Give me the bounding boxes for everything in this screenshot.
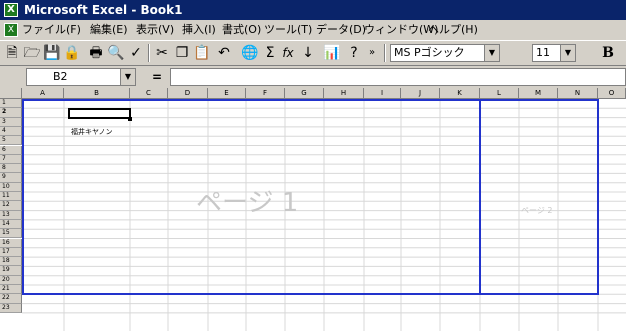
column-header-m[interactable]: M: [519, 88, 558, 99]
undo-icon[interactable]: ↶: [214, 44, 234, 62]
column-header-d[interactable]: D: [168, 88, 208, 99]
chevron-down-icon[interactable]: ▼: [484, 45, 499, 61]
excel-app-icon[interactable]: X: [4, 3, 18, 17]
menu-file[interactable]: ファイル(F): [22, 20, 81, 40]
column-header-a[interactable]: A: [22, 88, 64, 99]
save-icon[interactable]: 💾: [42, 44, 62, 62]
new-icon[interactable]: 🗎: [2, 44, 22, 62]
function-icon[interactable]: fx: [278, 44, 298, 62]
row-header-15[interactable]: 15: [0, 229, 22, 239]
font-size-value: 11: [536, 46, 550, 59]
row-header-2[interactable]: 2: [0, 108, 22, 118]
row-header-19[interactable]: 19: [0, 266, 22, 276]
font-size-select[interactable]: 11 ▼: [532, 44, 576, 62]
column-header-j[interactable]: J: [401, 88, 440, 99]
row-header-23[interactable]: 23: [0, 303, 22, 313]
help-icon[interactable]: ?: [344, 44, 364, 62]
hyperlink-icon[interactable]: 🌐: [240, 44, 260, 62]
cell-b4[interactable]: 福井キヤノン: [71, 127, 112, 137]
copy-icon[interactable]: ❐: [172, 44, 192, 62]
column-header-o[interactable]: O: [598, 88, 626, 99]
column-header-g[interactable]: G: [285, 88, 324, 99]
formula-input[interactable]: [170, 68, 626, 86]
page-2-boundary[interactable]: [479, 99, 599, 296]
chevron-down-icon[interactable]: ▼: [560, 45, 575, 61]
row-header-10[interactable]: 10: [0, 182, 22, 192]
row-header-18[interactable]: 18: [0, 257, 22, 267]
name-box[interactable]: B2 ▼: [26, 68, 136, 86]
column-header-i[interactable]: I: [364, 88, 401, 99]
chart-wizard-icon[interactable]: 📊: [322, 44, 342, 62]
formula-bar: B2 ▼ =: [0, 66, 626, 88]
standard-toolbar: 🗎 🗁 💾 🔒 🖶 🔍 ✓ ✂ ❐ 📋 ↶ 🌐 Σ fx ↓ 📊 ? » MS …: [0, 40, 626, 66]
font-name-value: MS Pゴシック: [394, 46, 465, 59]
select-all-corner[interactable]: [0, 88, 22, 99]
permission-icon[interactable]: 🔒: [62, 44, 82, 62]
toolbar-options-icon[interactable]: »: [362, 44, 382, 62]
column-header-c[interactable]: C: [130, 88, 168, 99]
row-header-20[interactable]: 20: [0, 275, 22, 285]
worksheet-grid[interactable]: A B C D E F G H I J K L M N O 1 2 3 4 5 6 7 8 9 10 11 12 13 14 15 16 17…: [0, 88, 626, 331]
row-header-3[interactable]: 3: [0, 117, 22, 127]
open-icon[interactable]: 🗁: [22, 44, 42, 62]
menu-edit[interactable]: 編集(E): [90, 20, 128, 40]
fill-handle[interactable]: [128, 116, 132, 121]
font-name-select[interactable]: MS Pゴシック ▼: [390, 44, 500, 62]
row-header-21[interactable]: 21: [0, 285, 22, 295]
page-1-label: ページ 1: [196, 188, 299, 218]
menu-insert[interactable]: 挿入(I): [182, 20, 216, 40]
toolbar-separator: [148, 44, 150, 62]
row-header-12[interactable]: 12: [0, 201, 22, 211]
column-header-e[interactable]: E: [208, 88, 246, 99]
row-header-17[interactable]: 17: [0, 247, 22, 258]
row-header-4[interactable]: 4: [0, 126, 22, 137]
row-header-14[interactable]: 14: [0, 219, 22, 230]
row-header-1[interactable]: 1: [0, 99, 22, 109]
row-header-8[interactable]: 8: [0, 164, 22, 174]
column-header-n[interactable]: N: [558, 88, 598, 99]
menu-view[interactable]: 表示(V): [136, 20, 174, 40]
row-header-11[interactable]: 11: [0, 192, 22, 202]
column-header-k[interactable]: K: [440, 88, 480, 99]
print-icon[interactable]: 🖶: [86, 44, 106, 62]
menu-data[interactable]: データ(D): [316, 20, 366, 40]
name-box-value: B2: [53, 70, 68, 83]
row-header-13[interactable]: 13: [0, 210, 22, 220]
row-header-7[interactable]: 7: [0, 154, 22, 165]
window-title: Microsoft Excel - Book1: [24, 3, 183, 17]
excel-window: X Microsoft Excel - Book1 X ファイル(F) 編集(E…: [0, 0, 626, 331]
column-header-l[interactable]: L: [480, 88, 519, 99]
row-header-9[interactable]: 9: [0, 173, 22, 183]
print-preview-icon[interactable]: 🔍: [106, 44, 126, 62]
row-header-22[interactable]: 22: [0, 294, 22, 304]
selected-cell-b2[interactable]: [68, 108, 131, 119]
column-header-f[interactable]: F: [246, 88, 285, 99]
title-bar: X Microsoft Excel - Book1: [0, 0, 626, 20]
row-header-6[interactable]: 6: [0, 145, 22, 155]
paste-icon[interactable]: 📋: [192, 44, 212, 62]
autosum-icon[interactable]: Σ: [260, 44, 280, 62]
bold-icon[interactable]: B: [598, 44, 618, 62]
menu-help[interactable]: ヘルプ(H): [428, 20, 478, 40]
row-header-16[interactable]: 16: [0, 238, 22, 248]
page-2-label: ページ 2: [521, 206, 553, 215]
menu-tools[interactable]: ツール(T): [264, 20, 312, 40]
spelling-icon[interactable]: ✓: [126, 44, 146, 62]
column-header-h[interactable]: H: [324, 88, 364, 99]
formula-equals-label: =: [152, 70, 163, 84]
menu-format[interactable]: 書式(O): [222, 20, 261, 40]
column-header-b[interactable]: B: [64, 88, 130, 99]
menu-bar: X ファイル(F) 編集(E) 表示(V) 挿入(I) 書式(O) ツール(T)…: [0, 20, 626, 40]
workbook-icon[interactable]: X: [4, 23, 18, 37]
cut-icon[interactable]: ✂: [152, 44, 172, 62]
sort-ascending-icon[interactable]: ↓: [298, 44, 318, 62]
row-header-5[interactable]: 5: [0, 136, 22, 146]
chevron-down-icon[interactable]: ▼: [120, 69, 135, 85]
toolbar-separator: [384, 44, 386, 62]
